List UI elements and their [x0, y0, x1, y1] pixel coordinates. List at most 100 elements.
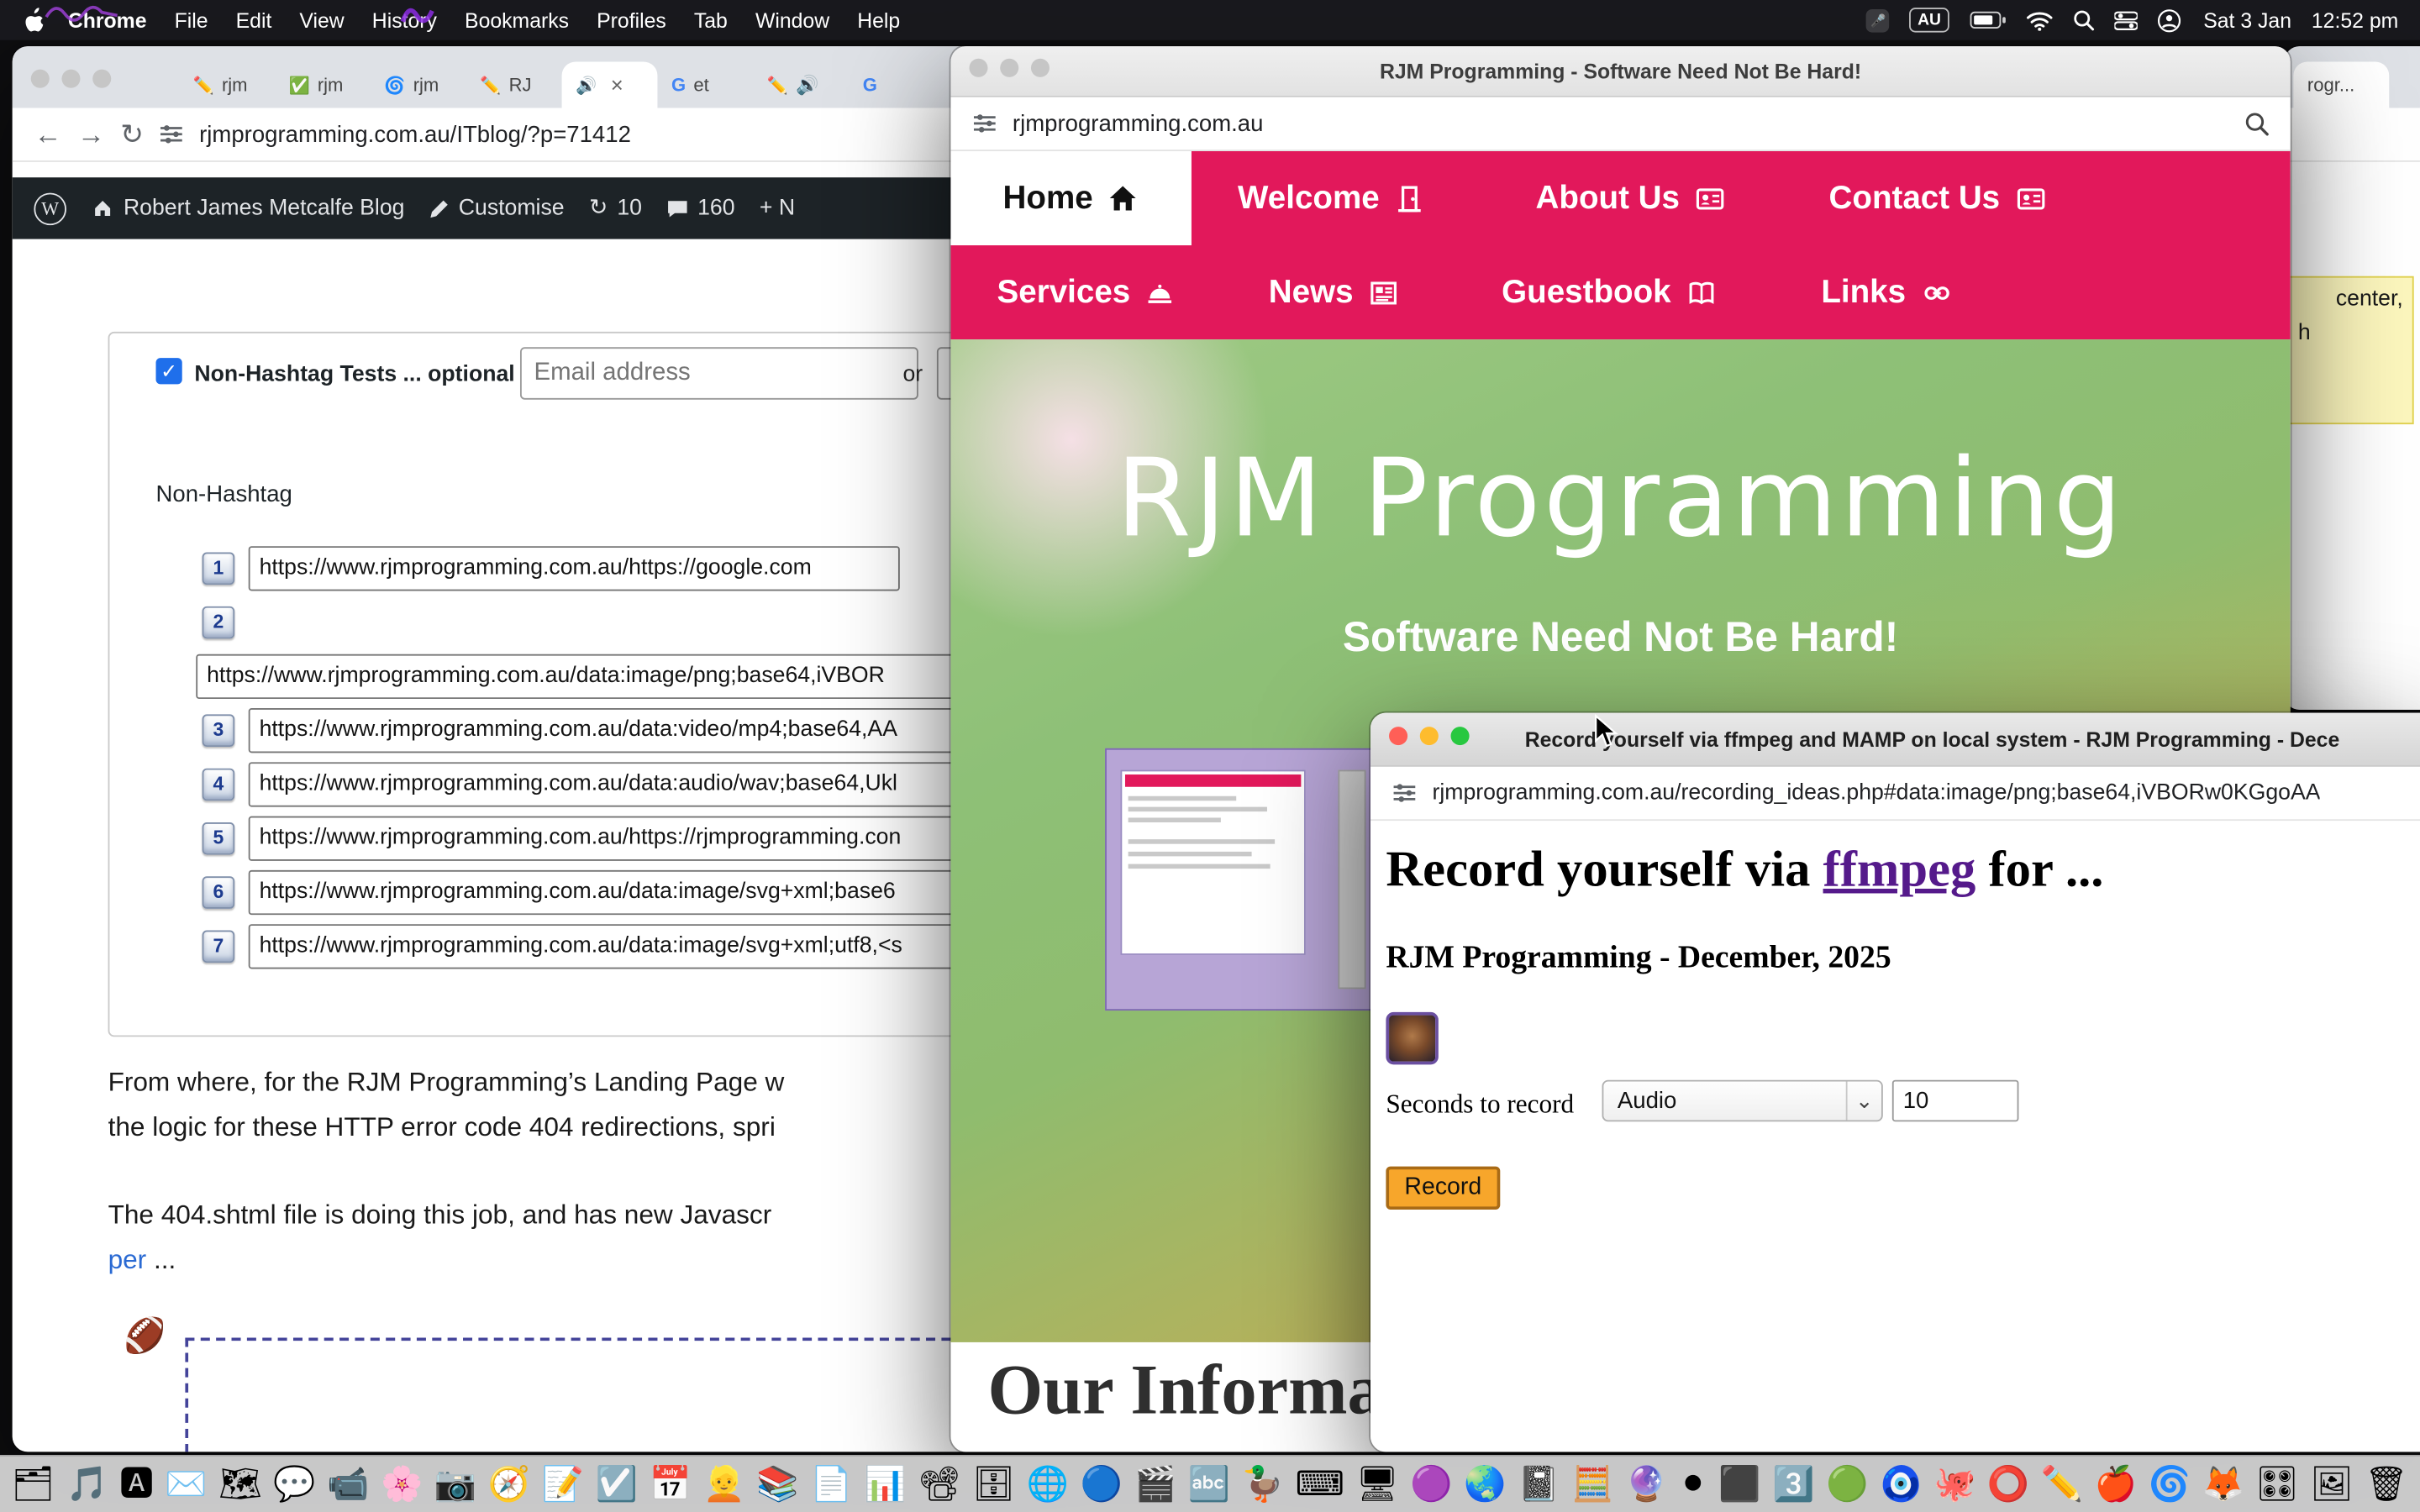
row-number-key[interactable]: 5 [203, 822, 235, 854]
dock-app-icon[interactable]: ⭕ [1987, 1467, 2029, 1501]
dock-app-icon[interactable]: 🌏 [1464, 1467, 1506, 1501]
url-test-input[interactable] [249, 816, 1000, 860]
menu-bar-clock[interactable]: 12:52 pm [2312, 8, 2398, 32]
dock-app-icon[interactable]: 📊 [864, 1467, 906, 1501]
nav-item-news[interactable]: News [1269, 245, 1400, 339]
dock-app-icon[interactable]: 🔤 [1188, 1467, 1230, 1501]
browser-tab[interactable]: G [849, 61, 944, 108]
minimize-window-icon[interactable] [61, 70, 80, 88]
dock-app-icon[interactable]: 3️⃣ [1772, 1467, 1814, 1501]
dock-app-icon[interactable]: 💬 [273, 1467, 315, 1501]
dock-app-icon[interactable]: 🍎 [2095, 1467, 2137, 1501]
zoom-window-icon[interactable] [1451, 727, 1470, 745]
dock-app-icon[interactable]: 🌸 [381, 1467, 423, 1501]
wifi-icon[interactable] [2026, 10, 2052, 30]
close-window-icon[interactable] [31, 70, 50, 88]
dock-app-icon[interactable]: 📄 [810, 1467, 852, 1501]
dock-app-icon[interactable]: 🌀 [2149, 1467, 2191, 1501]
nav-item-guestbook[interactable]: Guestbook [1502, 245, 1718, 339]
dock-app-icon[interactable]: 🧿 [1880, 1467, 1922, 1501]
dock-app-icon[interactable]: 🧭 [488, 1467, 530, 1501]
dock-app-icon[interactable]: 📷 [434, 1467, 476, 1501]
back-icon[interactable]: ← [34, 120, 61, 148]
menu-item-history[interactable]: History [372, 8, 437, 32]
site-settings-icon[interactable] [159, 123, 183, 145]
menu-item-view[interactable]: View [299, 8, 344, 32]
menu-item-file[interactable]: File [175, 8, 208, 32]
url-text[interactable]: rjmprogramming.com.au/recording_ideas.ph… [1432, 780, 2320, 805]
menu-item-tab[interactable]: Tab [694, 8, 728, 32]
window-controls[interactable] [1389, 725, 1481, 753]
menu-app-name[interactable]: Chrome [68, 8, 147, 32]
browser-tab[interactable]: rogr... [2293, 61, 2389, 108]
email-field[interactable] [520, 347, 918, 399]
url-test-input[interactable] [249, 545, 900, 590]
url-test-input[interactable] [249, 761, 1000, 806]
nav-item-links[interactable]: Links [1821, 245, 1954, 339]
nav-item-about-us[interactable]: About Us [1536, 151, 1728, 245]
row-number-key[interactable]: 4 [203, 768, 235, 801]
row-number-key[interactable]: 3 [203, 713, 235, 746]
input-source-badge[interactable]: AU [1910, 8, 1949, 32]
nav-item-services[interactable]: Services [997, 245, 1177, 339]
dock-app-icon[interactable]: 🔮 [1625, 1467, 1667, 1501]
dock-app-icon[interactable]: 🧮 [1571, 1467, 1613, 1501]
browser-tab-active[interactable]: 🔊× [562, 61, 658, 108]
dock-app-icon[interactable]: 🟣 [1410, 1467, 1452, 1501]
nav-item-welcome[interactable]: Welcome [1238, 151, 1424, 245]
url-test-input[interactable] [249, 923, 1000, 968]
dock-app-icon[interactable]: 🦆 [1242, 1467, 1284, 1501]
record-button[interactable]: Record [1386, 1167, 1500, 1210]
close-window-icon[interactable] [1389, 727, 1407, 745]
ffmpeg-link[interactable]: ffmpeg [1823, 843, 1976, 898]
blog-link[interactable]: per [108, 1243, 147, 1274]
url-test-input[interactable] [249, 707, 1000, 752]
wordpress-logo-icon[interactable]: W [34, 192, 66, 225]
seconds-input[interactable] [1892, 1080, 2019, 1122]
control-center-icon[interactable] [2114, 10, 2138, 30]
site-settings-icon[interactable] [1392, 782, 1417, 804]
wp-customise-button[interactable]: Customise [429, 196, 565, 220]
zoom-window-icon[interactable] [92, 70, 111, 88]
dock-app-icon[interactable]: ✉️ [165, 1467, 207, 1501]
dock-app-icon[interactable]: 🔵 [1081, 1467, 1123, 1501]
browser-tab[interactable]: ✅rjm [275, 61, 371, 108]
dock-app-icon[interactable]: 🅰 [119, 1467, 153, 1501]
apple-menu-icon[interactable] [22, 8, 44, 32]
browser-tab[interactable]: Get [657, 61, 753, 108]
app-status-icon[interactable]: 🎤 [1867, 8, 1891, 32]
record-type-select[interactable]: Audio ⌄ [1602, 1080, 1883, 1122]
url-test-input[interactable] [249, 869, 1000, 914]
dock-app-icon[interactable]: 📝 [542, 1467, 584, 1501]
dock-app-icon[interactable]: 🖥 [1355, 1467, 1398, 1501]
menu-bar-date[interactable]: Sat 3 Jan [2203, 8, 2291, 32]
dock-app-icon[interactable]: 🌐 [1027, 1467, 1069, 1501]
dock-app-icon[interactable]: 📹 [327, 1467, 369, 1501]
menu-item-profiles[interactable]: Profiles [597, 8, 666, 32]
url-test-input[interactable] [196, 654, 1000, 698]
avatar-thumbnail[interactable] [1386, 1012, 1438, 1064]
dock-app-icon[interactable]: 🎛 [2255, 1467, 2298, 1501]
menu-item-bookmarks[interactable]: Bookmarks [465, 8, 569, 32]
hero-thumbnail-image[interactable] [1105, 748, 1376, 1011]
row-number-key[interactable]: 2 [203, 606, 235, 638]
row-number-key[interactable]: 6 [203, 875, 235, 908]
dock-app-icon[interactable]: 🗄 [972, 1467, 1015, 1501]
row-number-key[interactable]: 7 [203, 930, 235, 963]
dock-app-icon[interactable]: 📓 [1518, 1467, 1560, 1501]
dock-app-icon[interactable]: 👱 [702, 1467, 744, 1501]
dock-app-icon[interactable]: 🗂 [12, 1467, 55, 1501]
window-controls[interactable] [31, 68, 124, 96]
nav-item-contact-us[interactable]: Contact Us [1829, 151, 2049, 245]
dock-app-icon[interactable]: 📅 [650, 1467, 692, 1501]
dock-app-icon[interactable]: 🗺 [218, 1467, 261, 1501]
url-text[interactable]: rjmprogramming.com.au [1013, 110, 1264, 136]
search-page-icon[interactable] [2244, 111, 2269, 135]
dock-app-icon[interactable]: 📽 [918, 1467, 960, 1501]
dock-app-icon[interactable]: ☑️ [596, 1467, 638, 1501]
forward-icon[interactable]: → [77, 120, 105, 148]
dock-app-icon[interactable]: 🐙 [1933, 1467, 1975, 1501]
dock-app-icon[interactable]: 🎵 [66, 1467, 108, 1501]
battery-icon[interactable] [1969, 11, 2006, 29]
menu-item-edit[interactable]: Edit [236, 8, 272, 32]
